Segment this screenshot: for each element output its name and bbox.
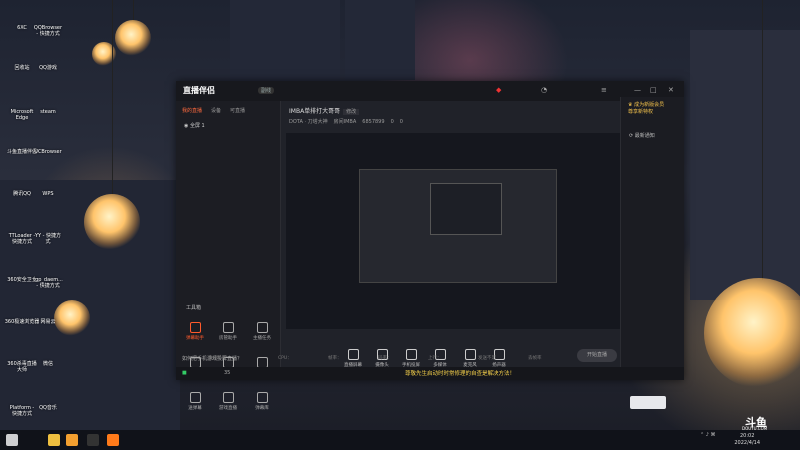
uc-icon bbox=[38, 128, 58, 148]
capture-screen-button[interactable]: 直播屏幕 bbox=[339, 349, 367, 368]
desktop-icon-netease[interactable]: 网易云 bbox=[26, 298, 70, 325]
desktop-icon-yy[interactable]: YY - 快捷方 式 bbox=[26, 212, 70, 245]
source-tabs: 我的直播 设备 可直播 bbox=[182, 107, 254, 114]
tool-game-live[interactable]: 游戏直播 bbox=[214, 392, 242, 411]
status-bitrate: 码率： bbox=[378, 356, 392, 361]
desktop-icon-qqgame[interactable]: QQ游戏 bbox=[26, 44, 70, 71]
library-icon bbox=[256, 392, 268, 403]
title-bar: 直播伴侣 副线 ◆ ◔ ≡ — □ ✕ bbox=[176, 81, 684, 101]
desktop-icon-wechat[interactable]: 微信 bbox=[26, 340, 70, 367]
app-logo: 直播伴侣 bbox=[183, 86, 215, 95]
toolbox-title: 工具箱 bbox=[186, 305, 202, 311]
live-companion-taskbar-icon[interactable] bbox=[107, 434, 119, 446]
gamepad-icon bbox=[222, 392, 234, 403]
monitor-icon bbox=[347, 349, 359, 360]
vip-banner[interactable]: ♛ 成为新版会员 尊享新特权 bbox=[628, 102, 664, 116]
viewer-count: 0 bbox=[399, 119, 403, 125]
danmu-icon bbox=[189, 322, 201, 333]
status-fps: 帧率： bbox=[328, 356, 342, 361]
wps-icon bbox=[38, 170, 58, 190]
room-title: IMBA单排打大哥哥 修改 bbox=[289, 106, 360, 115]
desktop-icon-ucbrowser[interactable]: UCBrowser bbox=[26, 128, 70, 155]
tool-send-danmu[interactable]: 送弹幕 bbox=[181, 392, 209, 411]
preview-nested-window bbox=[359, 169, 557, 283]
edit-title-button[interactable]: 修改 bbox=[343, 109, 360, 115]
version-badge: 副线 bbox=[258, 87, 275, 94]
music-icon bbox=[38, 384, 58, 404]
tab-my-live[interactable]: 我的直播 bbox=[182, 108, 202, 114]
status-duration: 直播时长 bbox=[208, 356, 226, 361]
start-live-button[interactable]: 开始直播 bbox=[577, 349, 617, 362]
latest-notice[interactable]: ⟳ 最新通知 bbox=[629, 132, 655, 139]
microphone-icon bbox=[464, 349, 476, 360]
tray-icons[interactable]: ⌃ ♪ ⌘ bbox=[700, 432, 716, 438]
room-label: 房间IMBA bbox=[333, 119, 357, 125]
send-icon bbox=[189, 392, 201, 403]
windows-start-icon[interactable] bbox=[6, 434, 18, 446]
tool-danmu-lib[interactable]: 弹幕库 bbox=[248, 392, 276, 411]
gift-icon[interactable]: ◆ bbox=[496, 86, 501, 94]
live-preview[interactable] bbox=[286, 133, 621, 329]
category-label[interactable]: DOTA · 刀塔大神 bbox=[289, 119, 328, 125]
yy-icon bbox=[38, 212, 58, 232]
counter-icon: ■ bbox=[182, 370, 187, 376]
browser-icon bbox=[38, 4, 58, 24]
steam-icon bbox=[38, 88, 58, 108]
douyu-watermark-site: DOUYU.COM bbox=[742, 426, 768, 431]
minimize-icon[interactable]: — bbox=[634, 86, 641, 94]
tool-danmu-helper[interactable]: 弹幕助手 bbox=[181, 322, 209, 341]
desktop-icon-steam[interactable]: steam bbox=[26, 88, 70, 115]
music-icon bbox=[38, 298, 58, 318]
notification-icon[interactable]: ◔ bbox=[541, 86, 547, 94]
right-panel: ♛ 成为新版会员 尊享新特权 ⟳ 最新通知 bbox=[620, 97, 684, 380]
desktop-icon-qqbrowser[interactable]: QQBrowser - 快捷方式 bbox=[26, 4, 70, 37]
desktop-icon-wps[interactable]: WPS bbox=[26, 170, 70, 197]
status-upload: 上行： bbox=[428, 356, 442, 361]
game-icon bbox=[38, 44, 58, 64]
live-companion-window: 直播伴侣 副线 ◆ ◔ ≡ — □ ✕ 我的直播 设备 可直播 ◉ 全屏 1 工具箱… bbox=[176, 81, 684, 411]
counter: 35 bbox=[224, 370, 231, 376]
folder-icon[interactable] bbox=[48, 434, 60, 446]
app-icon bbox=[38, 256, 58, 276]
taskbar: ⌃ ♪ ⌘ 20:02 2022/4/14 bbox=[0, 430, 800, 450]
scene-item[interactable]: ◉ 全屏 1 bbox=[184, 122, 205, 129]
phone-icon bbox=[405, 349, 417, 360]
close-icon[interactable]: ✕ bbox=[668, 86, 674, 94]
tab-available[interactable]: 可直播 bbox=[230, 108, 245, 114]
status-drop: 丢帧率 bbox=[528, 356, 542, 361]
wechat-icon bbox=[38, 340, 58, 360]
desktop-icon-grid: 6XC QQBrowser - 快捷方式 回收站 QQ游戏 Microsoft … bbox=[0, 0, 64, 430]
menu-icon[interactable]: ≡ bbox=[601, 86, 607, 94]
tool-task[interactable]: 主播任务 bbox=[248, 322, 276, 341]
user-icon bbox=[222, 322, 234, 333]
desktop-icon-tgp[interactable]: tgp_daem... - 快捷方式 bbox=[26, 256, 70, 289]
clock[interactable]: 20:02 2022/4/14 bbox=[734, 433, 760, 447]
task-icon bbox=[256, 322, 268, 333]
room-id: 6857899 bbox=[362, 119, 385, 125]
app-taskbar-icon[interactable] bbox=[87, 434, 99, 446]
desktop-icon-qqmusic[interactable]: QQ音乐 bbox=[26, 384, 70, 411]
tab-device[interactable]: 设备 bbox=[211, 108, 221, 114]
maximize-icon[interactable]: □ bbox=[650, 86, 657, 94]
phone-cast-button[interactable]: 手机投屏 bbox=[397, 349, 425, 368]
preview-nested-window-2 bbox=[430, 183, 502, 235]
status-cpu: CPU： bbox=[278, 356, 292, 361]
room-meta: DOTA · 刀塔大神 房间IMBA 6857899 0 0 bbox=[289, 118, 409, 125]
scrolling-notice: 尊敬先生启动时时常修理的自查是解决方法！ bbox=[405, 371, 516, 377]
fans-count: 0 bbox=[390, 119, 394, 125]
tool-room-manager[interactable]: 房管助手 bbox=[214, 322, 242, 341]
notification-popup[interactable] bbox=[630, 396, 666, 409]
status-send: 发送不足 bbox=[478, 356, 496, 361]
douyu-taskbar-icon[interactable] bbox=[66, 434, 78, 446]
